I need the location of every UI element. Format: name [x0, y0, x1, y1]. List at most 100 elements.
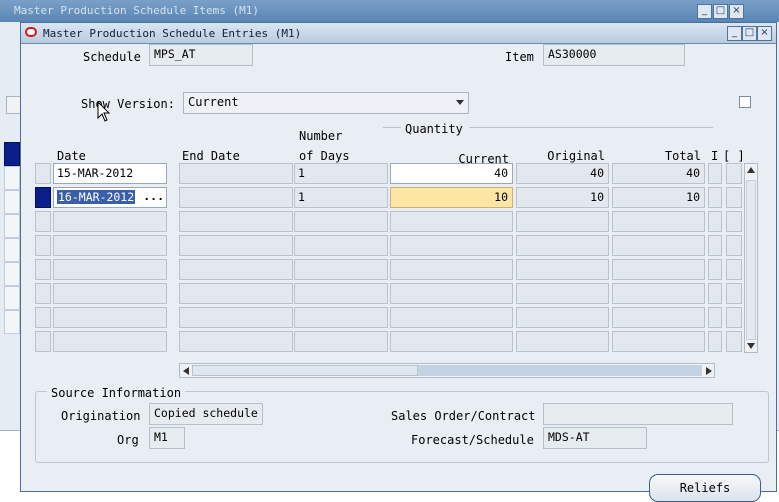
cell-end-date[interactable] — [179, 331, 293, 352]
cell-total[interactable]: 10 — [612, 187, 705, 208]
cell-total[interactable] — [612, 211, 705, 232]
item-field[interactable]: AS30000 — [543, 44, 685, 66]
cell-extrax[interactable] — [708, 331, 722, 352]
cell-current[interactable]: 40 — [390, 163, 513, 184]
cell-extray[interactable] — [726, 331, 742, 352]
scroll-down-icon[interactable] — [747, 343, 755, 349]
bg-row-selector[interactable] — [4, 190, 20, 214]
show-version-select[interactable]: Current — [183, 92, 469, 114]
cell-current[interactable] — [390, 331, 513, 352]
chevron-down-icon[interactable] — [456, 100, 464, 105]
cell-original[interactable]: 10 — [516, 187, 609, 208]
cell-date[interactable] — [53, 283, 167, 304]
schedule-field[interactable]: MPS_AT — [149, 44, 253, 66]
bg-row-selector[interactable] — [4, 286, 20, 310]
bg-row-selector[interactable] — [4, 214, 20, 238]
cell-current[interactable] — [390, 283, 513, 304]
cell-original[interactable] — [516, 235, 609, 256]
horizontal-scrollbar[interactable] — [179, 363, 715, 378]
sales-order-field[interactable] — [543, 403, 733, 425]
cell-total[interactable] — [612, 283, 705, 304]
cell-extrax[interactable] — [708, 307, 722, 328]
cell-extrax[interactable] — [708, 187, 722, 208]
bg-close-button[interactable]: × — [729, 4, 744, 19]
cell-original[interactable] — [516, 259, 609, 280]
cell-date[interactable] — [53, 235, 167, 256]
cell-extray[interactable] — [726, 307, 742, 328]
cell-date[interactable] — [53, 259, 167, 280]
close-button[interactable]: × — [757, 26, 772, 41]
cell-total[interactable] — [612, 235, 705, 256]
cell-total[interactable] — [612, 259, 705, 280]
bg-row-selector[interactable] — [4, 166, 20, 190]
cell-original[interactable] — [516, 283, 609, 304]
origination-field[interactable]: Copied schedule — [149, 403, 263, 425]
cell-original[interactable]: 40 — [516, 163, 609, 184]
cell-days[interactable] — [294, 307, 388, 328]
cell-original[interactable] — [516, 307, 609, 328]
list-of-values-button[interactable]: ... — [143, 189, 164, 203]
row-selector[interactable] — [35, 187, 51, 208]
cell-days[interactable] — [294, 283, 388, 304]
cell-extrax[interactable] — [708, 235, 722, 256]
cell-original[interactable] — [516, 331, 609, 352]
bg-row-selector[interactable] — [4, 142, 20, 166]
cell-total[interactable] — [612, 307, 705, 328]
cell-extrax[interactable] — [708, 211, 722, 232]
cell-end-date[interactable] — [179, 211, 293, 232]
cell-end-date[interactable] — [179, 259, 293, 280]
cell-extray[interactable] — [726, 187, 742, 208]
row-selector[interactable] — [35, 283, 51, 304]
row-selector[interactable] — [35, 259, 51, 280]
scroll-up-icon[interactable] — [747, 167, 755, 173]
cell-end-date[interactable] — [179, 283, 293, 304]
cell-original[interactable] — [516, 211, 609, 232]
maximize-button[interactable]: □ — [742, 26, 757, 41]
cell-current[interactable]: 10 — [390, 187, 513, 208]
scroll-left-icon[interactable] — [183, 367, 189, 375]
cell-end-date[interactable] — [179, 307, 293, 328]
cell-days[interactable]: 1 — [294, 187, 388, 208]
cell-extray[interactable] — [726, 259, 742, 280]
bg-row-selector[interactable] — [4, 310, 20, 334]
cell-extray[interactable] — [726, 283, 742, 304]
cell-date[interactable] — [53, 211, 167, 232]
minimize-button[interactable]: _ — [727, 26, 742, 41]
cell-extray[interactable] — [726, 163, 742, 184]
cell-end-date[interactable] — [179, 187, 293, 208]
row-selector[interactable] — [35, 163, 51, 184]
forecast-schedule-field[interactable]: MDS-AT — [543, 427, 647, 449]
cell-current[interactable] — [390, 259, 513, 280]
org-field[interactable]: M1 — [149, 427, 185, 449]
cell-extray[interactable] — [726, 235, 742, 256]
cell-current[interactable] — [390, 211, 513, 232]
cell-days[interactable]: 1 — [294, 163, 388, 184]
cell-total[interactable]: 40 — [612, 163, 705, 184]
cell-days[interactable] — [294, 211, 388, 232]
cell-extrax[interactable] — [708, 163, 722, 184]
cell-extrax[interactable] — [708, 283, 722, 304]
scroll-right-icon[interactable] — [706, 367, 712, 375]
bg-row-selector[interactable] — [4, 262, 20, 286]
cell-end-date[interactable] — [179, 235, 293, 256]
vertical-scrollbar[interactable] — [744, 163, 758, 353]
cell-date[interactable] — [53, 307, 167, 328]
horizontal-scroll-thumb[interactable] — [192, 365, 418, 376]
row-selector[interactable] — [35, 211, 51, 232]
row-selector[interactable] — [35, 331, 51, 352]
cell-current[interactable] — [390, 235, 513, 256]
reliefs-button[interactable]: Reliefs — [649, 474, 761, 502]
cell-days[interactable] — [294, 259, 388, 280]
folder-tools-button[interactable]: [ ] — [723, 149, 745, 163]
cell-days[interactable] — [294, 235, 388, 256]
cell-date[interactable]: 15-MAR-2012 — [53, 163, 167, 184]
bg-row-selector[interactable] — [4, 238, 20, 262]
cell-total[interactable] — [612, 331, 705, 352]
horizontal-scroll-track[interactable] — [418, 365, 702, 376]
checkbox[interactable] — [739, 96, 751, 108]
bg-maximize-button[interactable]: □ — [713, 4, 728, 19]
row-selector[interactable] — [35, 235, 51, 256]
cell-extray[interactable] — [726, 211, 742, 232]
row-selector[interactable] — [35, 307, 51, 328]
cell-days[interactable] — [294, 331, 388, 352]
